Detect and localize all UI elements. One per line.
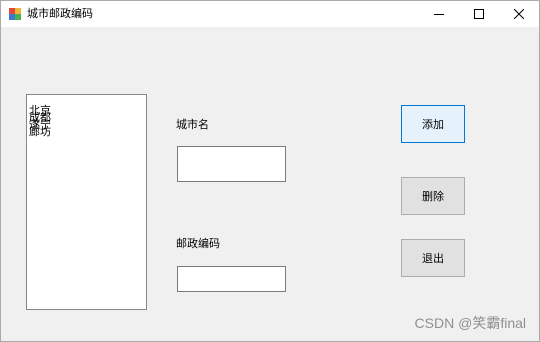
minimize-icon	[434, 14, 444, 15]
maximize-icon	[474, 9, 484, 19]
postcode-input[interactable]	[177, 266, 286, 292]
watermark: CSDN @笑霸final	[414, 315, 526, 331]
app-icon	[9, 8, 21, 20]
minimize-button[interactable]	[419, 1, 459, 27]
city-name-input[interactable]	[177, 146, 286, 182]
close-button[interactable]	[499, 1, 539, 27]
close-icon	[514, 9, 524, 19]
maximize-button[interactable]	[459, 1, 499, 27]
window-title: 城市邮政编码	[27, 7, 93, 20]
city-name-label: 城市名	[176, 118, 209, 131]
exit-button[interactable]: 退出	[401, 239, 465, 277]
app-window: 城市邮政编码 北京 成都 遂宁 廊坊 城市名 邮政编码 添加 删除 退出 CSD…	[0, 0, 540, 342]
city-listbox[interactable]: 北京 成都 遂宁 廊坊	[26, 94, 147, 310]
title-bar[interactable]: 城市邮政编码	[1, 1, 539, 27]
list-item[interactable]: 廊坊	[29, 126, 51, 138]
postcode-label: 邮政编码	[176, 237, 220, 250]
delete-button[interactable]: 删除	[401, 177, 465, 215]
add-button[interactable]: 添加	[401, 105, 465, 143]
